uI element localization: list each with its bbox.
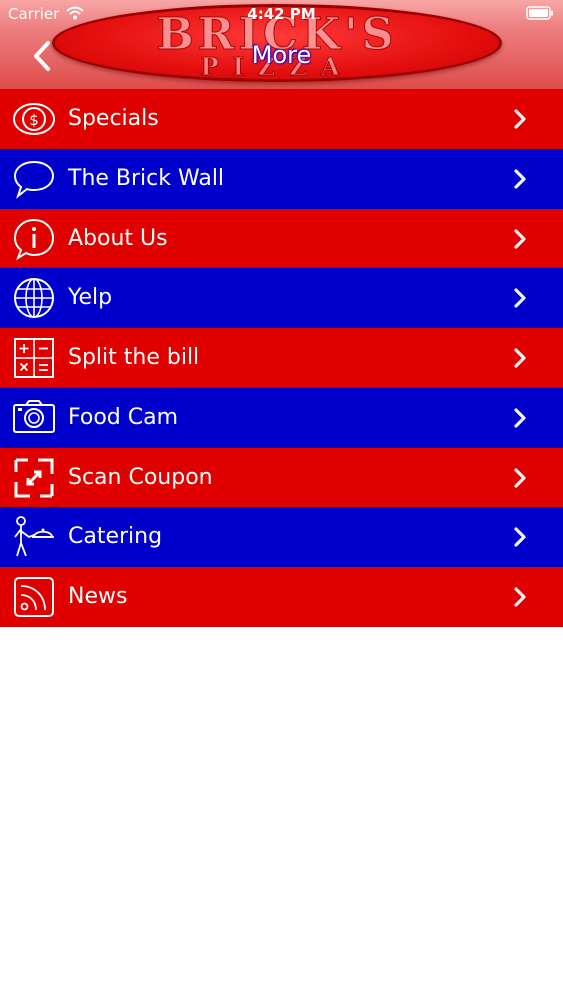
menu-item-yelp[interactable]: Yelp bbox=[0, 268, 563, 328]
scan-icon bbox=[12, 456, 56, 500]
menu-item-label: Scan Coupon bbox=[68, 464, 213, 490]
screen: BRICK'S PIZZA Carrier 4:42 PM More $ Spe… bbox=[0, 0, 563, 1000]
page-title: More bbox=[251, 41, 312, 69]
waiter-icon bbox=[12, 515, 56, 559]
nav-header: BRICK'S PIZZA Carrier 4:42 PM More bbox=[0, 0, 563, 89]
chevron-right-icon bbox=[514, 288, 526, 308]
speech-bubble-icon bbox=[12, 157, 56, 201]
dollar-icon: $ bbox=[12, 97, 56, 141]
battery-icon bbox=[526, 6, 553, 20]
chevron-right-icon bbox=[514, 587, 526, 607]
menu-item-the-brick-wall[interactable]: The Brick Wall bbox=[0, 148, 563, 209]
info-icon bbox=[12, 217, 56, 261]
menu-item-label: Specials bbox=[68, 106, 159, 131]
menu-item-catering[interactable]: Catering bbox=[0, 507, 563, 567]
menu-item-label: About Us bbox=[68, 225, 168, 251]
chevron-right-icon bbox=[514, 467, 526, 488]
chevron-right-icon bbox=[514, 348, 526, 368]
menu-item-label: Split the bill bbox=[68, 345, 200, 370]
camera-icon bbox=[12, 396, 56, 440]
menu-item-about-us[interactable]: About Us bbox=[0, 208, 563, 269]
globe-icon bbox=[12, 276, 56, 320]
chevron-right-icon bbox=[514, 408, 526, 428]
more-menu-list: $ Specials The Brick Wall About Us Yelp … bbox=[0, 89, 563, 627]
status-time: 4:42 PM bbox=[247, 5, 316, 23]
chevron-right-icon bbox=[514, 169, 526, 189]
menu-item-label: Food Cam bbox=[68, 404, 179, 430]
menu-item-scan-coupon[interactable]: Scan Coupon bbox=[0, 447, 563, 508]
menu-item-specials[interactable]: $ Specials bbox=[0, 89, 563, 149]
menu-item-split-the-bill[interactable]: Split the bill bbox=[0, 328, 563, 388]
rss-icon bbox=[12, 575, 56, 619]
menu-item-label: The Brick Wall bbox=[68, 165, 225, 191]
chevron-right-icon bbox=[514, 228, 526, 249]
chevron-right-icon bbox=[514, 109, 526, 129]
menu-item-label: Catering bbox=[68, 524, 163, 550]
calculator-icon bbox=[12, 336, 56, 380]
menu-item-food-cam[interactable]: Food Cam bbox=[0, 387, 563, 448]
menu-item-label: News bbox=[68, 584, 128, 609]
menu-item-label: Yelp bbox=[68, 285, 113, 311]
svg-text:$: $ bbox=[29, 111, 39, 129]
chevron-right-icon bbox=[514, 527, 526, 547]
menu-item-news[interactable]: News bbox=[0, 567, 563, 627]
